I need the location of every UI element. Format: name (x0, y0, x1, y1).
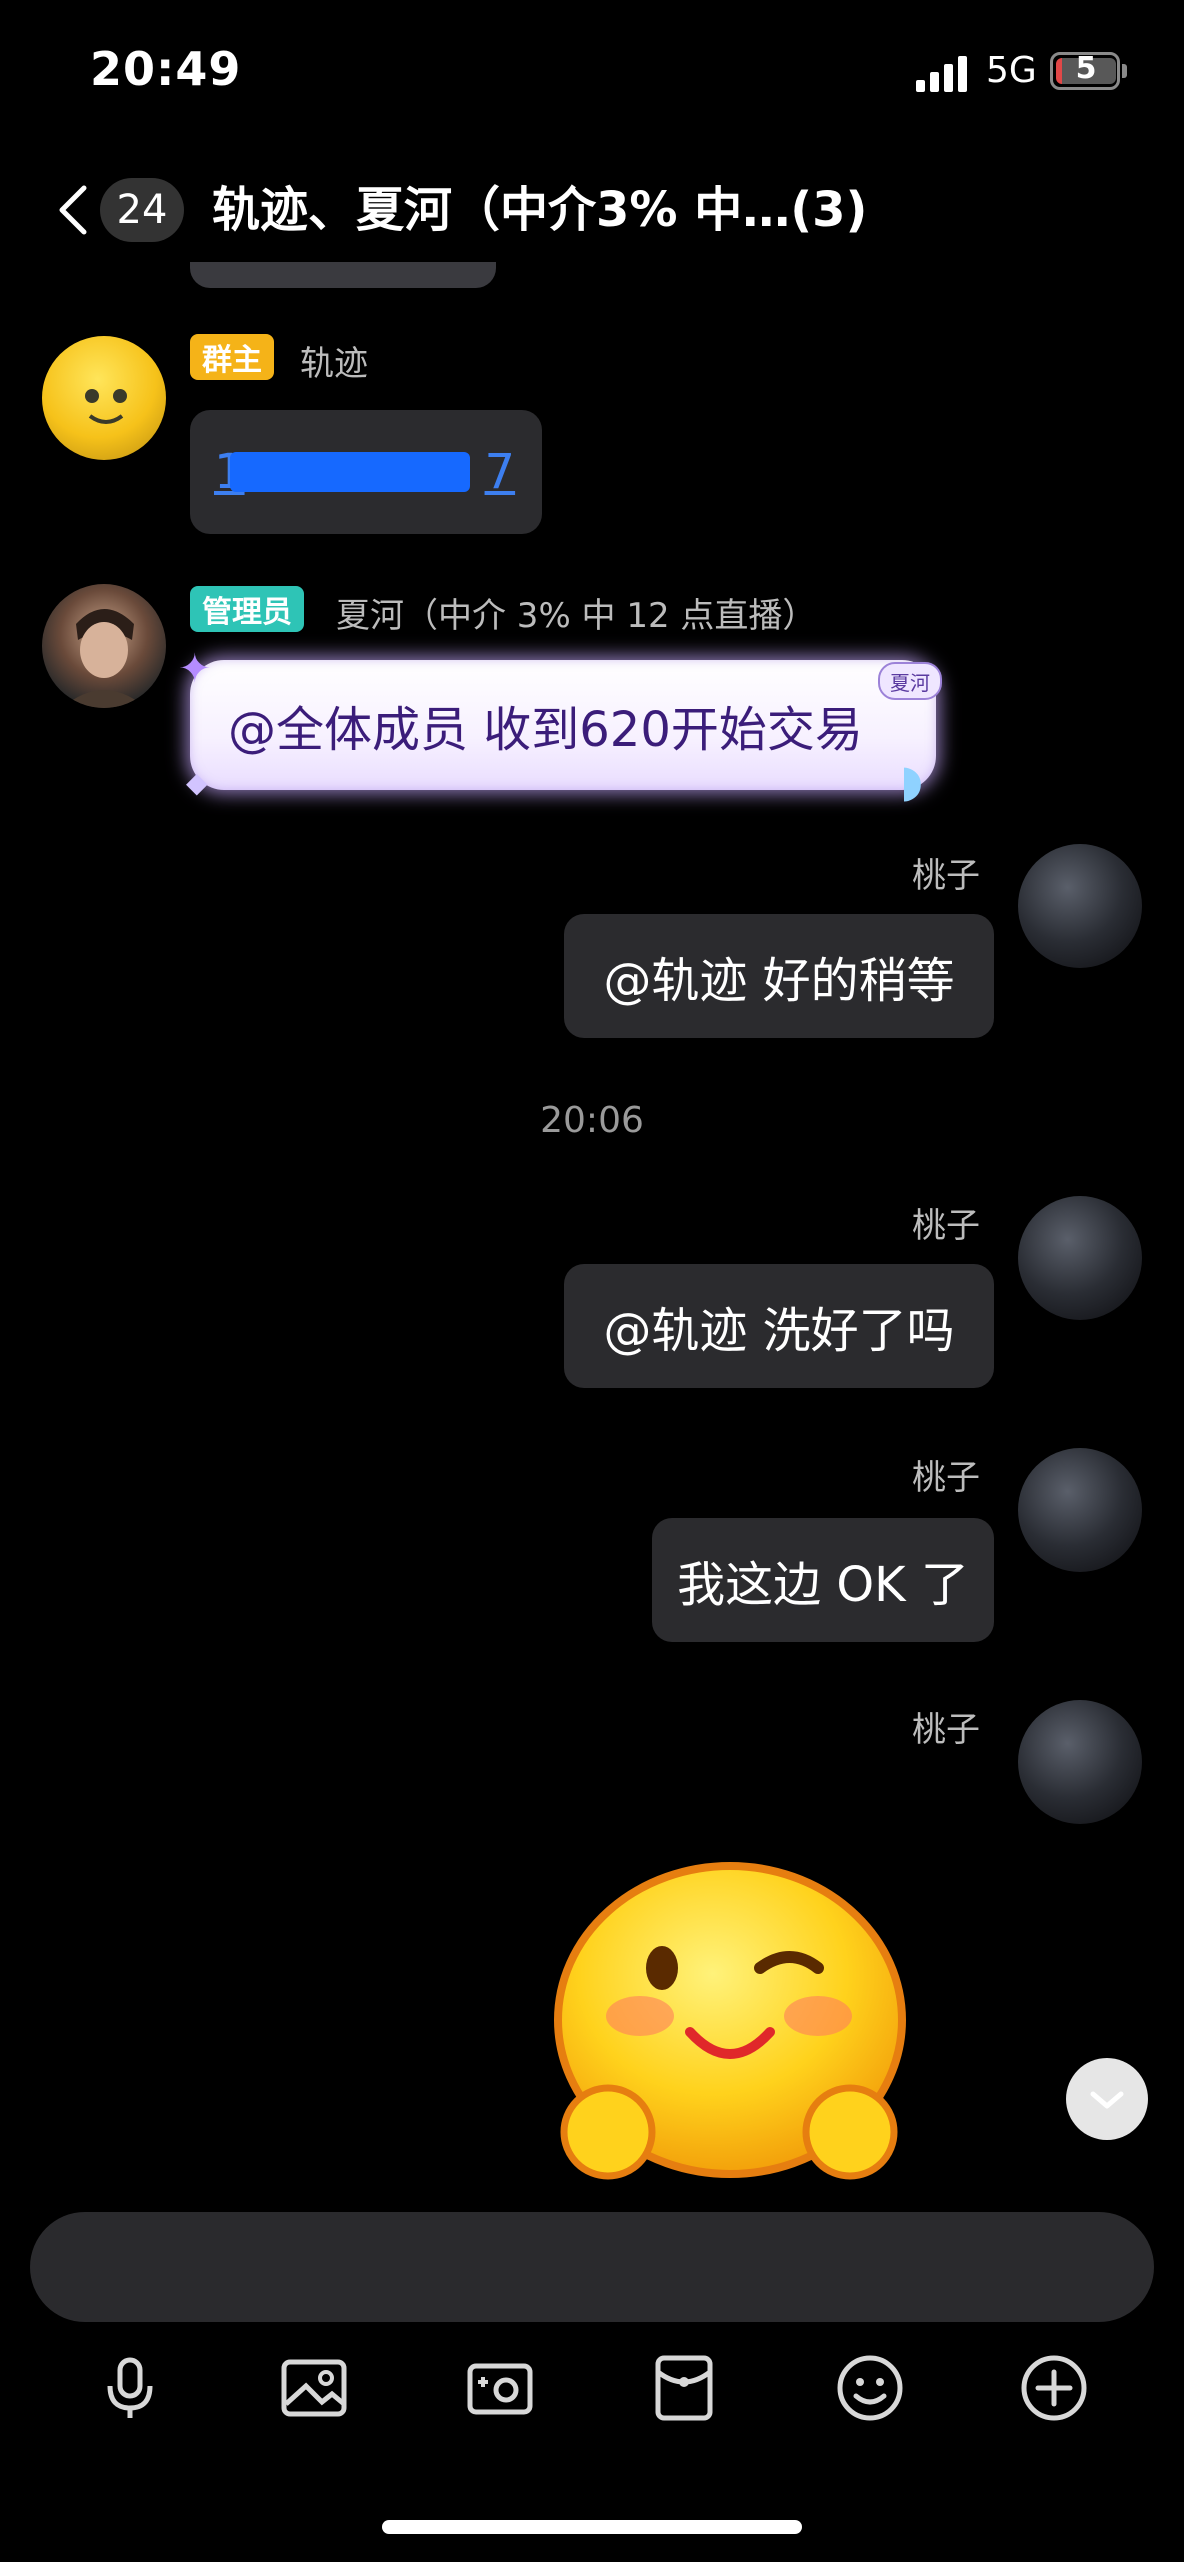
sender-name: 轨迹 (300, 344, 368, 384)
message-input[interactable] (30, 2212, 1154, 2322)
previous-message-bubble (190, 262, 496, 288)
microphone-icon[interactable] (94, 2352, 166, 2424)
unread-count-badge[interactable]: 24 (100, 178, 184, 242)
avatar[interactable] (1018, 1700, 1142, 1824)
redaction-mark (230, 452, 470, 492)
sender-name: 桃子 (912, 1458, 980, 1498)
message-bubble[interactable]: @全体成员 收到620开始交易 (190, 660, 936, 790)
bubble-name-tag: 夏河 (878, 662, 942, 700)
chevron-left-icon[interactable] (52, 180, 92, 240)
emoji-icon[interactable] (834, 2352, 906, 2424)
message-bubble[interactable]: 我这边 OK 了 (652, 1518, 994, 1642)
avatar[interactable] (42, 584, 166, 708)
battery-tip (1122, 64, 1127, 78)
plus-icon[interactable] (1018, 2352, 1090, 2424)
star-decoration-icon: ✦ (178, 646, 212, 692)
network-label: 5G (986, 50, 1037, 91)
message-bubble[interactable]: @轨迹 洗好了吗 (564, 1264, 994, 1388)
sender-name: 夏河（中介 3% 中 12 点直播） (336, 596, 817, 636)
home-indicator[interactable] (382, 2520, 802, 2534)
message-bubble[interactable]: @轨迹 好的稍等 (564, 914, 994, 1038)
avatar[interactable] (1018, 1196, 1142, 1320)
timestamp: 20:06 (540, 1100, 644, 1141)
avatar[interactable] (42, 336, 166, 460)
red-packet-icon[interactable] (648, 2352, 720, 2424)
wink-smile-sticker[interactable] (540, 1850, 920, 2180)
admin-badge: 管理员 (190, 586, 304, 632)
sender-name: 桃子 (912, 856, 980, 896)
shell-decoration-icon: ◗ (900, 756, 924, 807)
smiley-avatar-icon (85, 389, 127, 424)
chat-title[interactable]: 轨迹、夏河（中介3% 中…(3) (212, 178, 867, 242)
gem-decoration-icon: ◆ (186, 766, 208, 799)
image-icon[interactable] (278, 2352, 350, 2424)
chevron-down-icon (1090, 2091, 1124, 2109)
sender-name: 桃子 (912, 1710, 980, 1750)
scroll-down-button[interactable] (1066, 2058, 1148, 2140)
avatar[interactable] (1018, 844, 1142, 968)
battery-level: 5 (1075, 51, 1097, 86)
battery-icon: 5 (1050, 51, 1120, 90)
status-time: 20:49 (90, 42, 242, 96)
portrait-avatar-icon (62, 609, 146, 708)
link-text-tail[interactable]: 7 (485, 444, 516, 500)
signal-icon (916, 56, 970, 92)
owner-badge: 群主 (190, 334, 274, 380)
camera-icon[interactable] (464, 2352, 536, 2424)
avatar[interactable] (1018, 1448, 1142, 1572)
sender-name: 桃子 (912, 1206, 980, 1246)
